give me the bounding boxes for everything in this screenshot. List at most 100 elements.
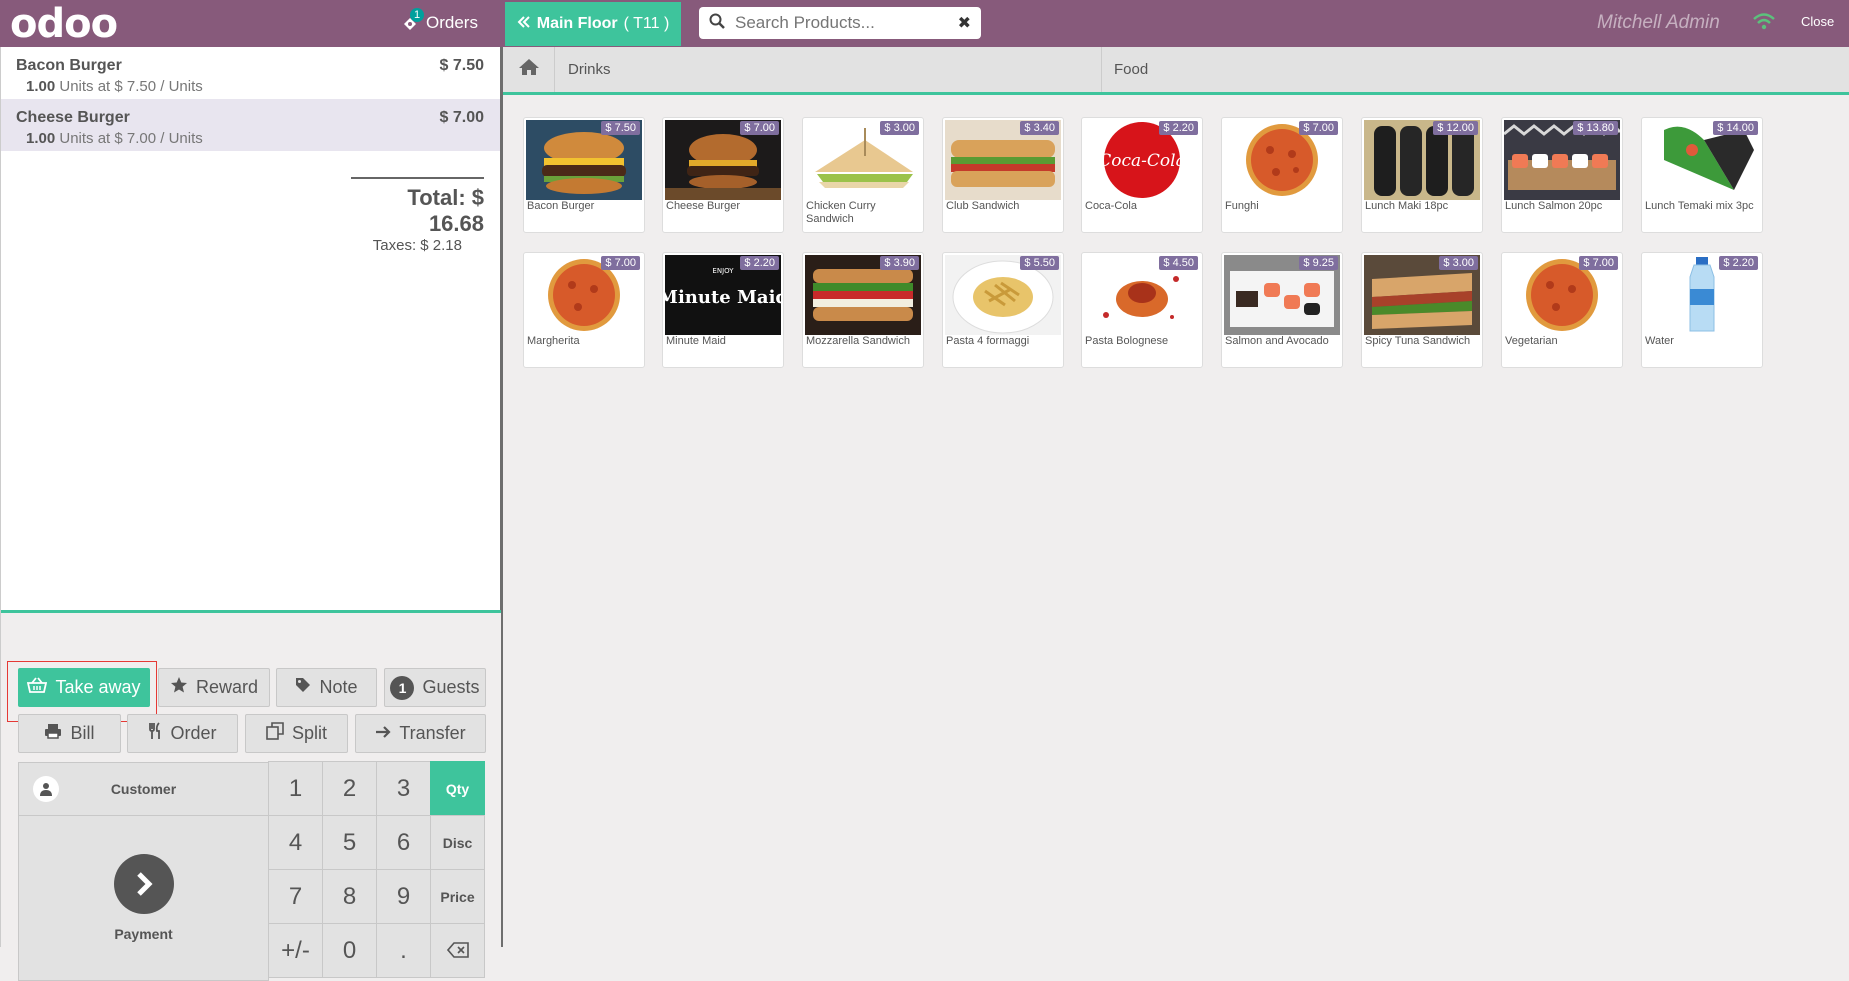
product-price: $ 3.90 bbox=[880, 256, 919, 270]
product-card-funghi[interactable]: $ 7.00 Funghi bbox=[1221, 117, 1343, 233]
category-bar: Drinks Food bbox=[503, 47, 1849, 95]
transfer-label: Transfer bbox=[399, 723, 466, 743]
key-1[interactable]: 1 bbox=[268, 761, 323, 816]
search-box: ✖ bbox=[699, 7, 981, 39]
take-away-button[interactable]: Take away bbox=[18, 668, 150, 707]
disc-mode-button[interactable]: Disc bbox=[430, 815, 485, 870]
product-card-pasta-bolognese[interactable]: $ 4.50 Pasta Bolognese bbox=[1081, 252, 1203, 368]
product-card-lunch-maki[interactable]: $ 12.00 Lunch Maki 18pc bbox=[1361, 117, 1483, 233]
payment-button[interactable]: Payment bbox=[18, 816, 269, 981]
note-button[interactable]: Note bbox=[276, 668, 377, 707]
key-6[interactable]: 6 bbox=[376, 815, 431, 870]
product-card-cheese-burger[interactable]: $ 7.00 Cheese Burger bbox=[662, 117, 784, 233]
product-name: Margherita bbox=[527, 335, 580, 347]
customer-button[interactable]: Customer bbox=[18, 762, 269, 816]
search-input[interactable] bbox=[735, 13, 958, 33]
clear-search-icon[interactable]: ✖ bbox=[958, 13, 971, 33]
product-card-margherita[interactable]: $ 7.00 Margherita bbox=[523, 252, 645, 368]
product-price: $ 7.50 bbox=[601, 121, 640, 135]
key-2[interactable]: 2 bbox=[322, 761, 377, 816]
guests-label: Guests bbox=[422, 677, 480, 697]
product-card-lunch-temaki[interactable]: $ 14.00 Lunch Temaki mix 3pc bbox=[1641, 117, 1763, 233]
product-price: $ 3.00 bbox=[880, 121, 919, 135]
backspace-key[interactable] bbox=[430, 923, 485, 978]
product-price: $ 4.50 bbox=[1159, 256, 1198, 270]
order-line-selected[interactable]: Cheese Burger $ 7.00 1.00 Units at $ 7.0… bbox=[1, 99, 500, 151]
odoo-logo: odoo bbox=[10, 1, 118, 47]
order-line-qty: 1.00 bbox=[26, 130, 56, 147]
order-label: Order bbox=[170, 723, 217, 743]
key-0[interactable]: 0 bbox=[322, 923, 377, 978]
bill-button[interactable]: Bill bbox=[18, 714, 121, 753]
product-name: Lunch Salmon 20pc bbox=[1505, 200, 1603, 212]
key-4[interactable]: 4 bbox=[268, 815, 323, 870]
split-button[interactable]: Split bbox=[245, 714, 348, 753]
price-mode-button[interactable]: Price bbox=[430, 869, 485, 924]
order-button[interactable]: Order bbox=[127, 714, 238, 753]
order-line[interactable]: Bacon Burger $ 7.50 1.00 Units at $ 7.50… bbox=[1, 47, 500, 99]
product-name: Spicy Tuna Sandwich bbox=[1365, 335, 1471, 347]
order-line-unit-info: Units at $ 7.50 / Units bbox=[55, 78, 203, 95]
product-card-chicken-curry-sandwich[interactable]: $ 3.00 Chicken Curry Sandwich bbox=[802, 117, 924, 233]
floor-button[interactable]: Main Floor ( T11 ) bbox=[505, 2, 681, 46]
reward-button[interactable]: Reward bbox=[158, 668, 270, 707]
category-food[interactable]: Food bbox=[1102, 47, 1849, 92]
orders-button[interactable]: 1 Orders bbox=[402, 8, 478, 38]
order-line-info: 1.00 Units at $ 7.50 / Units bbox=[26, 78, 485, 95]
product-name: Mozzarella Sandwich bbox=[806, 335, 910, 347]
home-icon bbox=[518, 58, 540, 81]
product-card-bacon-burger[interactable]: $ 7.50 Bacon Burger bbox=[523, 117, 645, 233]
order-pane: Bacon Burger $ 7.50 1.00 Units at $ 7.50… bbox=[0, 47, 503, 981]
order-line-qty: 1.00 bbox=[26, 78, 56, 95]
product-name: Coca-Cola bbox=[1085, 200, 1137, 212]
product-price: $ 2.20 bbox=[740, 256, 779, 270]
order-total: Total: $ 16.68 bbox=[351, 177, 484, 237]
top-header: odoo 1 Orders Main Floor ( T11 ) ✖ Mitch… bbox=[0, 0, 1849, 47]
floor-label: Main Floor bbox=[536, 15, 618, 32]
product-name: Water bbox=[1645, 335, 1674, 347]
cutlery-icon bbox=[148, 722, 162, 745]
key-9[interactable]: 9 bbox=[376, 869, 431, 924]
product-name: Chicken Curry Sandwich bbox=[806, 200, 876, 225]
product-price: $ 2.20 bbox=[1159, 121, 1198, 135]
product-card-vegetarian[interactable]: $ 7.00 Vegetarian bbox=[1501, 252, 1623, 368]
product-card-coca-cola[interactable]: Coca-Cola $ 2.20 Coca-Cola bbox=[1081, 117, 1203, 233]
key-5[interactable]: 5 bbox=[322, 815, 377, 870]
qty-mode-button[interactable]: Qty bbox=[430, 761, 485, 816]
print-icon bbox=[44, 723, 62, 744]
product-price: $ 5.50 bbox=[1020, 256, 1059, 270]
decimal-key[interactable]: . bbox=[376, 923, 431, 978]
category-drinks[interactable]: Drinks bbox=[556, 47, 1102, 92]
product-price: $ 7.00 bbox=[1579, 256, 1618, 270]
product-card-pasta-4-formaggi[interactable]: $ 5.50 Pasta 4 formaggi bbox=[942, 252, 1064, 368]
split-label: Split bbox=[291, 723, 327, 743]
ticket-icon: 1 bbox=[402, 8, 425, 32]
product-card-mozzarella-sandwich[interactable]: $ 3.90 Mozzarella Sandwich bbox=[802, 252, 924, 368]
product-name: Minute Maid bbox=[666, 335, 726, 347]
close-button[interactable]: Close bbox=[1801, 14, 1834, 29]
take-away-label: Take away bbox=[55, 677, 141, 697]
product-card-club-sandwich[interactable]: $ 3.40 Club Sandwich bbox=[942, 117, 1064, 233]
product-price: $ 12.00 bbox=[1433, 121, 1478, 135]
product-name: Salmon and Avocado bbox=[1225, 335, 1329, 347]
order-line-unit-info: Units at $ 7.00 / Units bbox=[55, 130, 203, 147]
numpad-area: Customer Payment 1 2 3 Qty 4 5 6 Disc 7 … bbox=[18, 761, 485, 981]
product-card-minute-maid[interactable]: ENJOY Minute Maid $ 2.20 Minute Maid bbox=[662, 252, 784, 368]
product-card-water[interactable]: $ 2.20 Water bbox=[1641, 252, 1763, 368]
home-category-button[interactable] bbox=[503, 47, 555, 92]
plus-minus-key[interactable]: +/- bbox=[268, 923, 323, 978]
product-name: Bacon Burger bbox=[527, 200, 595, 212]
product-card-salmon-avocado[interactable]: $ 9.25 Salmon and Avocado bbox=[1221, 252, 1343, 368]
key-7[interactable]: 7 bbox=[268, 869, 323, 924]
user-name: Mitchell Admin bbox=[1597, 12, 1720, 33]
star-icon bbox=[170, 676, 188, 699]
guests-button[interactable]: 1 Guests bbox=[384, 668, 486, 707]
order-line-price: $ 7.50 bbox=[439, 57, 484, 74]
key-8[interactable]: 8 bbox=[322, 869, 377, 924]
product-card-lunch-salmon[interactable]: $ 13.80 Lunch Salmon 20pc bbox=[1501, 117, 1623, 233]
order-line-name: Bacon Burger bbox=[16, 57, 122, 74]
product-price: $ 9.25 bbox=[1299, 256, 1338, 270]
transfer-button[interactable]: Transfer bbox=[355, 714, 486, 753]
key-3[interactable]: 3 bbox=[376, 761, 431, 816]
product-card-spicy-tuna-sandwich[interactable]: $ 3.00 Spicy Tuna Sandwich bbox=[1361, 252, 1483, 368]
